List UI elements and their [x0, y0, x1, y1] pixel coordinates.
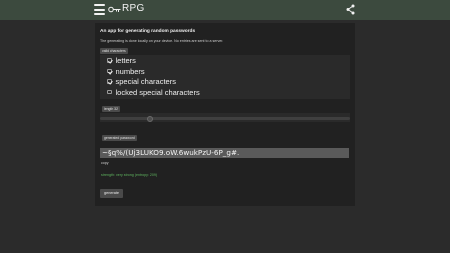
letters-checkbox[interactable]: [107, 58, 112, 63]
key-icon: [108, 6, 121, 13]
generated-password-label: generated password: [102, 135, 137, 141]
copy-link[interactable]: copy: [101, 161, 109, 165]
generate-button[interactable]: generate: [100, 189, 123, 198]
option-label: letters: [115, 56, 136, 65]
numbers-checkbox[interactable]: [107, 68, 112, 74]
option-label: numbers: [115, 66, 145, 76]
length-slider-track[interactable]: [100, 117, 350, 120]
option-letters[interactable]: letters: [107, 56, 136, 65]
hamburger-menu-icon[interactable]: [94, 4, 105, 15]
strength-indicator: strength: very strong (entropy: 209): [101, 173, 158, 177]
length-label: length 32: [102, 106, 120, 112]
option-label: special characters: [115, 77, 176, 86]
share-icon[interactable]: [345, 4, 356, 15]
app-title: RPG: [122, 3, 145, 14]
valid-characters-panel: letters numbers special characters locke…: [100, 55, 350, 99]
valid-characters-label: valid characters: [100, 48, 128, 54]
length-slider-thumb[interactable]: [147, 115, 153, 122]
special-characters-checkbox[interactable]: [107, 79, 112, 84]
option-label: locked special characters: [115, 87, 200, 97]
generator-card: An app for generating random passwords T…: [95, 23, 355, 206]
card-heading: An app for generating random passwords: [100, 29, 196, 34]
generated-password-field[interactable]: ~§q%/(Uj3LUKO9.oW.6wukPzU-6P_g#.: [100, 148, 349, 158]
option-locked-special-characters[interactable]: locked special characters: [107, 88, 200, 97]
option-special-characters[interactable]: special characters: [107, 77, 176, 86]
locked-special-characters-checkbox[interactable]: [107, 89, 112, 95]
top-app-bar: RPG: [0, 0, 450, 20]
card-subtext: The generating is done locally on your d…: [100, 39, 224, 43]
option-numbers[interactable]: numbers: [107, 67, 145, 76]
